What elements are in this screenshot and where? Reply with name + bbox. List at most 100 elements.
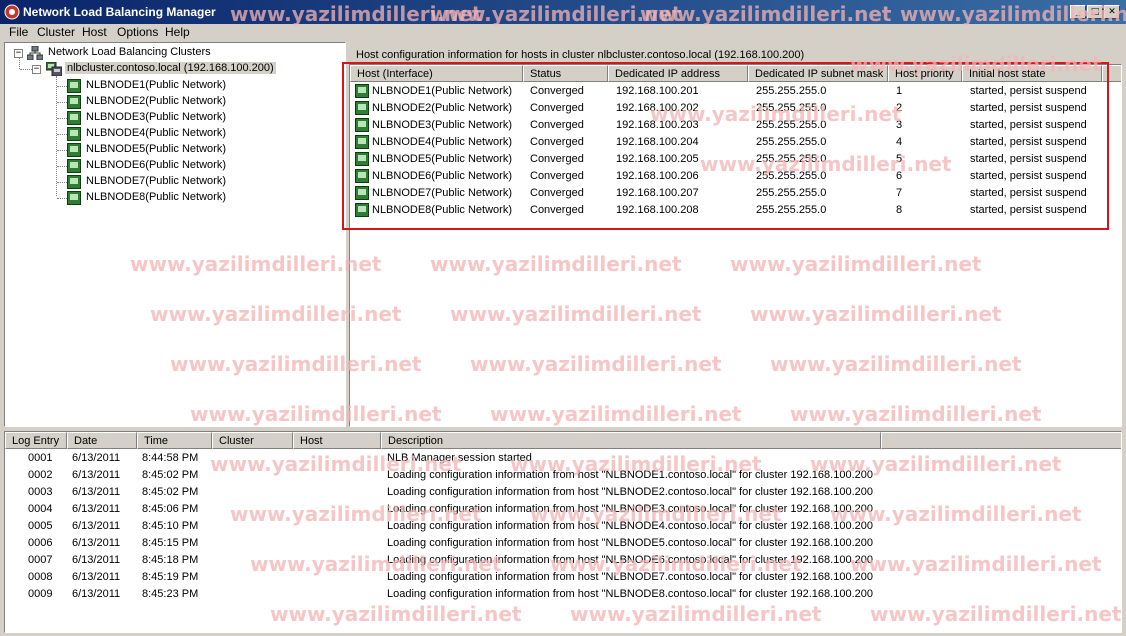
- log-row[interactable]: 0005 6/13/2011 8:45:10 PM Loading configura…: [5, 518, 1121, 535]
- log-date-cell: 6/13/2011: [72, 503, 121, 515]
- log-description-cell: Loading configuration information from h…: [387, 554, 873, 566]
- log-row[interactable]: 0002 6/13/2011 8:45:02 PM Loading configura…: [5, 467, 1121, 484]
- menu-cluster[interactable]: Cluster: [34, 25, 78, 39]
- log-row[interactable]: 0007 6/13/2011 8:45:18 PM Loading configura…: [5, 552, 1121, 569]
- tree-node-label[interactable]: NLBNODE4(Public Network): [86, 127, 226, 139]
- log-description-cell: Loading configuration information from h…: [387, 469, 873, 481]
- tree-connector: [57, 86, 67, 87]
- tree-connector: [57, 150, 67, 151]
- log-entry-cell: 0006: [28, 537, 53, 549]
- log-description-cell: Loading configuration information from h…: [387, 537, 873, 549]
- log-description-cell: Loading configuration information from h…: [387, 520, 873, 532]
- host-icon: [67, 191, 81, 205]
- log-entry-cell: 0004: [28, 503, 53, 515]
- menu-bar: File Cluster Host Options Help: [0, 24, 1126, 40]
- col-header-filler: [881, 432, 1121, 449]
- collapse-cluster-toggle[interactable]: −: [32, 65, 41, 74]
- maximize-button[interactable]: □: [1087, 5, 1103, 19]
- col-header-cluster[interactable]: Cluster: [212, 432, 293, 449]
- log-list[interactable]: Log Entry Date Time Cluster Host Descrip…: [4, 431, 1122, 633]
- tree-connector: [19, 58, 20, 69]
- menu-help[interactable]: Help: [162, 25, 193, 39]
- log-entry-cell: 0005: [28, 520, 53, 532]
- log-time-cell: 8:45:02 PM: [142, 486, 199, 498]
- log-time-cell: 8:45:19 PM: [142, 571, 199, 583]
- menu-host[interactable]: Host: [79, 25, 110, 39]
- tree-node-label[interactable]: NLBNODE8(Public Network): [86, 191, 226, 203]
- minimize-button[interactable]: _: [1070, 5, 1086, 19]
- log-row[interactable]: 0009 6/13/2011 8:45:23 PM Loading configura…: [5, 586, 1121, 603]
- log-date-cell: 6/13/2011: [72, 537, 121, 549]
- host-icon: [67, 159, 81, 173]
- log-time-cell: 8:45:15 PM: [142, 537, 199, 549]
- log-entry-cell: 0007: [28, 554, 53, 566]
- log-description-cell: Loading configuration information from h…: [387, 588, 873, 600]
- tree-connector: [57, 166, 67, 167]
- tree-connector: [57, 134, 67, 135]
- tree-connector: [57, 118, 67, 119]
- log-entry-cell: 0002: [28, 469, 53, 481]
- log-row[interactable]: 0008 6/13/2011 8:45:19 PM Loading configura…: [5, 569, 1121, 586]
- log-entry-cell: 0003: [28, 486, 53, 498]
- log-time-cell: 8:45:06 PM: [142, 503, 199, 515]
- log-time-cell: 8:45:23 PM: [142, 588, 199, 600]
- title-bar[interactable]: Network Load Balancing Manager _ □ ✕: [0, 0, 1126, 24]
- tree-node-label[interactable]: NLBNODE5(Public Network): [86, 143, 226, 155]
- col-header-description[interactable]: Description: [381, 432, 881, 449]
- log-row[interactable]: 0004 6/13/2011 8:45:06 PM Loading configura…: [5, 501, 1121, 518]
- hosts-panel-caption: Host configuration information for hosts…: [356, 49, 805, 61]
- tree-connector: [57, 198, 67, 199]
- log-entry-cell: 0008: [28, 571, 53, 583]
- log-time-cell: 8:45:18 PM: [142, 554, 199, 566]
- host-icon: [67, 143, 81, 157]
- log-date-cell: 6/13/2011: [72, 554, 121, 566]
- close-button[interactable]: ✕: [1104, 5, 1120, 19]
- log-entry-cell: 0001: [28, 452, 53, 464]
- log-time-cell: 8:45:10 PM: [142, 520, 199, 532]
- host-icon: [67, 175, 81, 189]
- log-description-cell: NLB Manager session started: [387, 452, 532, 464]
- log-row[interactable]: 0003 6/13/2011 8:45:02 PM Loading configura…: [5, 484, 1121, 501]
- nlb-app-icon: [4, 4, 20, 20]
- host-icon: [67, 127, 81, 141]
- log-date-cell: 6/13/2011: [72, 469, 121, 481]
- menu-file[interactable]: File: [6, 25, 31, 39]
- host-icon: [67, 95, 81, 109]
- log-description-cell: Loading configuration information from h…: [387, 571, 873, 583]
- tree-node-label[interactable]: NLBNODE6(Public Network): [86, 159, 226, 171]
- window-title: Network Load Balancing Manager: [23, 5, 216, 19]
- host-icon: [67, 111, 81, 125]
- log-description-cell: Loading configuration information from h…: [387, 486, 873, 498]
- log-date-cell: 6/13/2011: [72, 452, 121, 464]
- highlight-box: [342, 62, 1109, 230]
- log-time-cell: 8:44:58 PM: [142, 452, 199, 464]
- tree-node-label[interactable]: NLBNODE1(Public Network): [86, 79, 226, 91]
- col-header-log-entry[interactable]: Log Entry: [5, 432, 67, 449]
- col-header-host[interactable]: Host: [293, 432, 381, 449]
- tree-node-label[interactable]: NLBNODE7(Public Network): [86, 175, 226, 187]
- cluster-tree[interactable]: − Network Load Balancing Clusters − nlbc…: [4, 42, 346, 427]
- tree-connector: [56, 76, 57, 196]
- host-icon: [67, 79, 81, 93]
- log-date-cell: 6/13/2011: [72, 486, 121, 498]
- tree-node-label[interactable]: NLBNODE2(Public Network): [86, 95, 226, 107]
- log-entry-cell: 0009: [28, 588, 53, 600]
- collapse-root-toggle[interactable]: −: [14, 49, 23, 58]
- tree-connector: [57, 102, 67, 103]
- tree-cluster-label[interactable]: nlbcluster.contoso.local (192.168.100.20…: [65, 62, 276, 74]
- tree-node-label[interactable]: NLBNODE3(Public Network): [86, 111, 226, 123]
- tree-root-label[interactable]: Network Load Balancing Clusters: [48, 46, 211, 58]
- tree-connector: [57, 182, 67, 183]
- log-date-cell: 6/13/2011: [72, 571, 121, 583]
- log-description-cell: Loading configuration information from h…: [387, 503, 873, 515]
- log-date-cell: 6/13/2011: [72, 588, 121, 600]
- menu-options[interactable]: Options: [114, 25, 161, 39]
- log-time-cell: 8:45:02 PM: [142, 469, 199, 481]
- log-date-cell: 6/13/2011: [72, 520, 121, 532]
- network-clusters-icon: [27, 46, 43, 60]
- log-row[interactable]: 0001 6/13/2011 8:44:58 PM NLB Manager sessi…: [5, 450, 1121, 467]
- cluster-icon: [46, 62, 62, 76]
- col-header-time[interactable]: Time: [137, 432, 212, 449]
- col-header-date[interactable]: Date: [67, 432, 137, 449]
- log-row[interactable]: 0006 6/13/2011 8:45:15 PM Loading configura…: [5, 535, 1121, 552]
